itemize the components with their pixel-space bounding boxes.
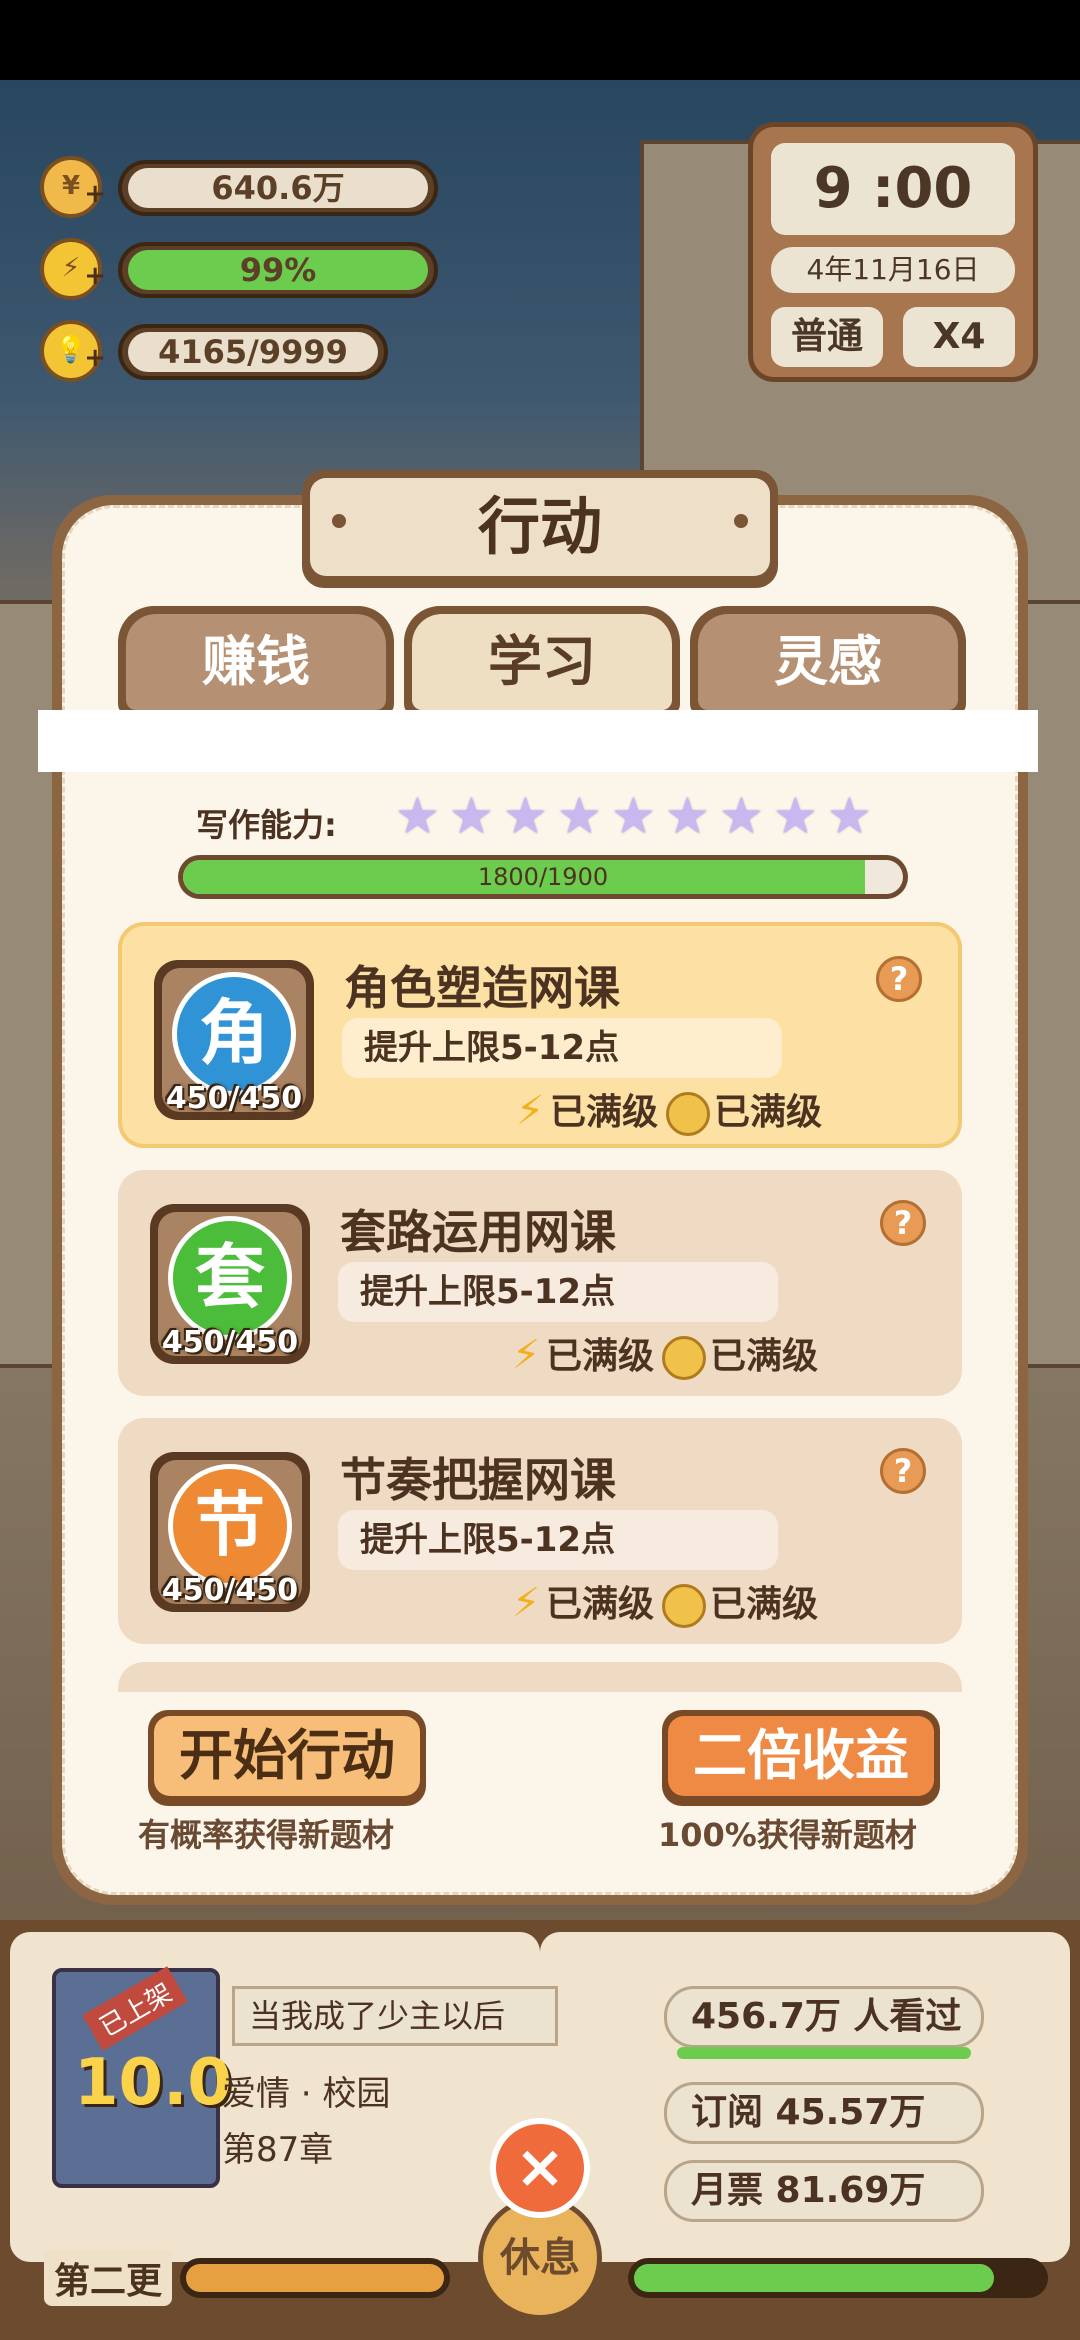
novel-genre: 爱情 · 校园 <box>222 2074 391 2114</box>
update-progress-bar <box>180 2258 450 2298</box>
close-icon[interactable]: × <box>490 2118 590 2218</box>
course-requirements: ⚡ 已满级 已满级 <box>512 1332 818 1380</box>
tab-earn-money[interactable]: 赚钱 <box>118 606 394 716</box>
novel-score: 10.0 <box>74 2046 232 2120</box>
writing-skill-label: 写作能力: <box>196 806 337 844</box>
subscriptions-stat: 订阅 45.57万 <box>664 2082 984 2144</box>
subscriptions-text: 订阅 45.57万 <box>691 2092 926 2133</box>
course-requirements: ⚡ 已满级 已满级 <box>512 1580 818 1628</box>
tab-label: 学习 <box>412 614 672 710</box>
star-icon: ★ <box>773 787 818 845</box>
help-icon[interactable]: ? <box>880 1200 926 1246</box>
energy-status: 已满级 <box>550 1092 659 1133</box>
coin-icon <box>666 1092 711 1136</box>
course-count: 450/450 <box>161 1325 299 1360</box>
energy-resource[interactable]: ⚡ + 99% <box>40 238 440 300</box>
lightning-icon: ⚡ <box>512 1580 541 1626</box>
star-icon: ★ <box>665 787 710 845</box>
lightning-icon[interactable]: ⚡ + <box>40 238 106 300</box>
modal-title-plate: 行动 <box>302 470 778 588</box>
star-icon: ★ <box>719 787 764 845</box>
course-requirements: ⚡ 已满级 已满级 <box>516 1088 822 1136</box>
coin-status: 已满级 <box>714 1092 823 1133</box>
star-icon: ★ <box>827 787 872 845</box>
course-char-icon: 套 <box>168 1216 292 1340</box>
novel-chapter: 第87章 <box>222 2130 334 2170</box>
writing-progress-bar <box>628 2258 1048 2298</box>
energy-status: 已满级 <box>546 1584 655 1625</box>
rest-label: 休息 <box>500 2235 580 2281</box>
star-icon: ★ <box>503 787 548 845</box>
coin-value: 640.6万 <box>211 169 345 207</box>
lightbulb-icon[interactable]: 💡 + <box>40 320 106 382</box>
double-reward-label: 二倍收益 <box>668 1716 934 1796</box>
course-card-character[interactable]: 角 450/450 角色塑造网课 ? 提升上限5-12点 ⚡ 已满级 已满级 <box>118 922 962 1148</box>
course-card-pacing[interactable]: 节 450/450 节奏把握网课 ? 提升上限5-12点 ⚡ 已满级 已满级 <box>118 1418 962 1644</box>
start-action-hint: 有概率获得新题材 <box>138 1816 395 1854</box>
game-clock: 9 :00 4年11月16日 普通 X4 <box>748 122 1038 382</box>
views-text: 456.7万 人看过 <box>691 1996 962 2037</box>
course-char-icon: 节 <box>168 1464 292 1588</box>
energy-value: 99% <box>239 251 317 289</box>
course-description: 提升上限5-12点 <box>342 1018 782 1078</box>
course-name: 套路运用网课 <box>340 1205 616 1259</box>
help-icon[interactable]: ? <box>880 1448 926 1494</box>
modal-title: 行动 <box>310 478 770 576</box>
star-icon: ★ <box>395 787 440 845</box>
start-action-button[interactable]: 开始行动 <box>148 1710 426 1806</box>
course-badge: 套 450/450 <box>150 1204 310 1364</box>
course-name: 角色塑造网课 <box>344 961 620 1015</box>
course-card-plot-devices[interactable]: 套 450/450 套路运用网课 ? 提升上限5-12点 ⚡ 已满级 已满级 <box>118 1170 962 1396</box>
star-icon: ★ <box>557 787 602 845</box>
inspiration-value: 4165/9999 <box>158 333 348 371</box>
tab-study[interactable]: 学习 <box>404 606 680 716</box>
tab-inspiration[interactable]: 灵感 <box>690 606 966 716</box>
course-description: 提升上限5-12点 <box>338 1510 778 1570</box>
monthly-tickets-text: 月票 81.69万 <box>691 2170 926 2211</box>
help-icon[interactable]: ? <box>876 956 922 1002</box>
coin-icon <box>662 1336 707 1380</box>
course-card-partial <box>118 1662 962 1692</box>
course-description: 提升上限5-12点 <box>338 1262 778 1322</box>
course-count: 450/450 <box>161 1573 299 1608</box>
double-reward-button[interactable]: 二倍收益 <box>662 1710 940 1806</box>
coin-status: 已满级 <box>710 1336 819 1377</box>
start-action-label: 开始行动 <box>154 1716 420 1796</box>
double-reward-hint: 100%获得新题材 <box>658 1816 917 1854</box>
status-bar <box>0 0 1080 80</box>
coin-status: 已满级 <box>710 1584 819 1625</box>
speed-multiplier-button[interactable]: X4 <box>903 307 1015 367</box>
coin-icon[interactable]: ¥ + <box>40 156 106 218</box>
tab-label: 赚钱 <box>126 614 386 710</box>
lightning-icon: ⚡ <box>516 1088 545 1134</box>
clock-time: 9 :00 <box>771 143 1015 235</box>
views-stat: 456.7万 人看过 <box>664 1986 984 2059</box>
lightning-icon: ⚡ <box>512 1332 541 1378</box>
star-icon: ★ <box>449 787 494 845</box>
energy-status: 已满级 <box>546 1336 655 1377</box>
novel-title: 当我成了少主以后 <box>232 1986 558 2046</box>
monthly-tickets-stat: 月票 81.69万 <box>664 2160 984 2222</box>
coin-icon <box>662 1584 707 1628</box>
inspiration-resource[interactable]: 💡 + 4165/9999 <box>40 320 400 382</box>
speed-mode-button[interactable]: 普通 <box>771 307 883 367</box>
course-char-icon: 角 <box>172 972 296 1096</box>
course-count: 450/450 <box>165 1081 303 1116</box>
published-tag: 已上架 <box>82 1966 188 2051</box>
star-icon: ★ <box>611 787 656 845</box>
tab-label: 灵感 <box>698 614 958 710</box>
course-name: 节奏把握网课 <box>340 1453 616 1507</box>
clock-date: 4年11月16日 <box>771 247 1015 293</box>
course-badge: 角 450/450 <box>154 960 314 1120</box>
course-badge: 节 450/450 <box>150 1452 310 1612</box>
novel-cover[interactable]: 已上架 10.0 <box>52 1966 232 2188</box>
tab-divider-strip <box>38 710 1038 772</box>
update-label: 第二更 <box>44 2250 173 2306</box>
skill-progress-bar: 1800/1900 <box>178 855 908 899</box>
skill-progress-text: 1800/1900 <box>477 863 609 891</box>
coin-resource[interactable]: ¥ + 640.6万 <box>40 156 440 218</box>
